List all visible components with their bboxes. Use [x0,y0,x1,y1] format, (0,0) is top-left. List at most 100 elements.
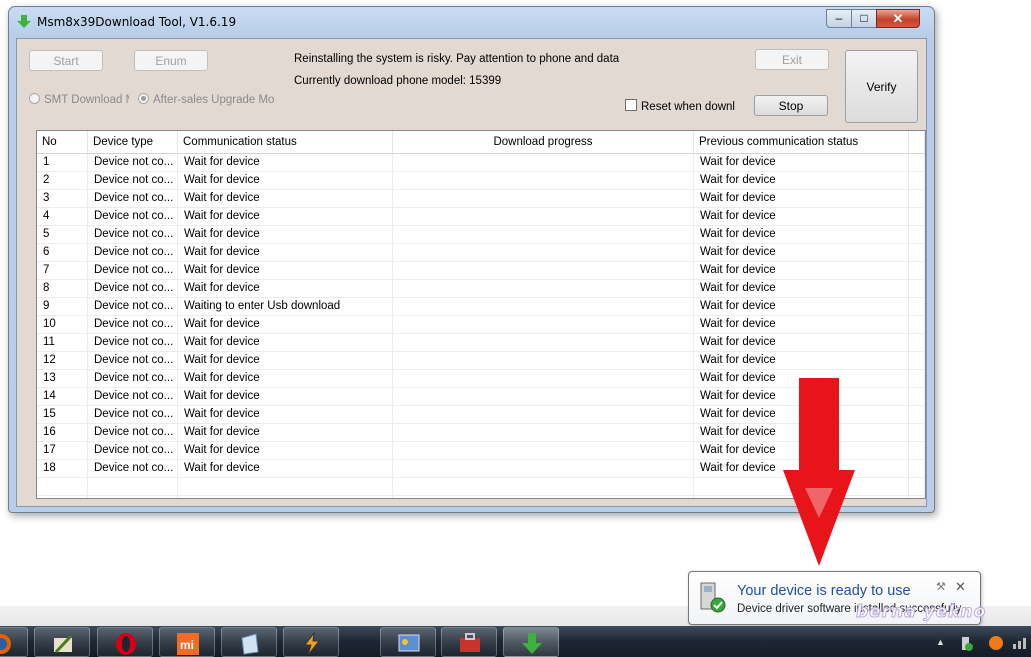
cell-device-type: Device not co... [88,262,178,279]
table-row[interactable]: 7 Device not co... Wait for device Wait for… [37,262,925,280]
cell-no: 14 [37,388,88,405]
cell-download-progress [393,280,694,297]
column-header-previous-status[interactable]: Previous communication status [694,131,909,153]
cell-no: 17 [37,442,88,459]
cell-device-type: Device not co... [88,388,178,405]
table-row[interactable]: 2 Device not co... Wait for device Wait for… [37,172,925,190]
svg-text:mi: mi [180,638,194,652]
device-tray-icon[interactable] [960,636,974,652]
cell-communication-status: Wait for device [178,226,393,243]
cell-previous-status: Wait for device [694,244,909,261]
opera-icon [116,633,136,655]
column-header-download-progress[interactable]: Download progress [393,131,694,153]
verify-button[interactable]: Verify [845,50,918,123]
cell-download-progress [393,370,694,387]
cell-spacer [909,190,925,207]
cell-no [37,496,88,498]
taskbar-paint[interactable] [34,627,90,657]
cell-no: 3 [37,190,88,207]
cell-device-type: Device not co... [88,460,178,477]
cell-device-type: Device not co... [88,154,178,171]
enum-button[interactable]: Enum [134,50,208,71]
minimize-button[interactable]: – [826,9,852,28]
cell-communication-status: Wait for device [178,208,393,225]
cell-device-type: Device not co... [88,280,178,297]
taskbar-notepad[interactable] [221,627,277,657]
taskbar-mi[interactable]: mi [159,627,215,657]
maximize-button[interactable]: □ [851,9,877,28]
cell-no: 18 [37,460,88,477]
cell-spacer [909,352,925,369]
notification-title: Your device is ready to use [737,583,911,599]
cell-no: 13 [37,370,88,387]
taskbar-winamp[interactable] [283,627,339,657]
cell-device-type: Device not co... [88,406,178,423]
cell-communication-status: Waiting to enter Usb download [178,298,393,315]
tray-expand-icon[interactable]: ▲ [936,637,945,647]
cell-spacer [909,316,925,333]
notepad-icon [241,633,259,655]
cell-communication-status [178,496,393,498]
table-row[interactable]: 12 Device not co... Wait for device Wait fo… [37,352,925,370]
table-row[interactable]: 8 Device not co... Wait for device Wait for… [37,280,925,298]
reset-checkbox[interactable]: Reset when downlo [625,99,735,113]
cell-communication-status: Wait for device [178,280,393,297]
column-header-spacer [909,131,925,153]
firefox-icon [0,634,11,654]
cell-no: 12 [37,352,88,369]
cell-download-progress [393,208,694,225]
cell-spacer [909,208,925,225]
pin-icon[interactable]: ⚒ [936,580,946,593]
taskbar-toolbox[interactable] [441,627,497,657]
radio-unselected-icon [29,93,40,104]
cell-spacer [909,370,925,387]
table-row[interactable]: 4 Device not co... Wait for device Wait for… [37,208,925,226]
start-button[interactable]: Start [29,50,103,71]
exit-button[interactable]: Exit [755,49,829,70]
notification-close-button[interactable]: ✕ [955,579,966,595]
table-row[interactable]: 3 Device not co... Wait for device Wait for… [37,190,925,208]
cell-device-type: Device not co... [88,298,178,315]
table-row[interactable]: 11 Device not co... Wait for device Wait fo… [37,334,925,352]
avast-tray-icon[interactable] [988,635,1004,651]
table-row[interactable]: 9 Device not co... Waiting to enter Usb do… [37,298,925,316]
title-bar[interactable]: Msm8x39Download Tool, V1.6.19 – □ ✕ [9,7,934,37]
cell-communication-status: Wait for device [178,442,393,459]
download-tool-icon [522,633,542,654]
cell-no [37,478,88,495]
taskbar-firefox[interactable] [0,627,28,657]
aftersales-upgrade-radio[interactable]: After-sales Upgrade Moc [138,93,274,106]
close-button[interactable]: ✕ [876,9,920,28]
cell-device-type: Device not co... [88,334,178,351]
cell-device-type: Device not co... [88,352,178,369]
stop-button[interactable]: Stop [754,95,828,116]
column-header-no[interactable]: No [37,131,88,153]
taskbar-download-tool[interactable] [503,627,559,657]
cell-device-type: Device not co... [88,424,178,441]
column-header-communication-status[interactable]: Communication status [178,131,393,153]
model-text: Currently download phone model: 15399 [294,75,502,87]
network-tray-icon[interactable] [1012,636,1028,650]
smt-download-radio[interactable]: SMT Download Mo [29,93,129,106]
cell-spacer [909,424,925,441]
checkbox-unchecked-icon [625,99,637,111]
table-row[interactable]: 6 Device not co... Wait for device Wait for… [37,244,925,262]
table-row[interactable]: 5 Device not co... Wait for device Wait for… [37,226,925,244]
taskbar-desktop-app[interactable] [380,627,436,657]
radio-selected-icon [138,93,149,104]
download-arrow-icon [17,15,31,28]
toolbox-icon [460,633,480,652]
table-row[interactable]: 1 Device not co... Wait for device Wait for… [37,154,925,172]
cell-spacer [909,154,925,171]
taskbar-opera[interactable] [97,627,153,657]
smt-radio-label: SMT Download Mo [44,94,129,106]
cell-previous-status: Wait for device [694,352,909,369]
column-header-device-type[interactable]: Device type [88,131,178,153]
paint-brush-icon [54,634,73,654]
cell-spacer [909,406,925,423]
table-row[interactable]: 10 Device not co... Wait for device Wait fo… [37,316,925,334]
cell-no: 1 [37,154,88,171]
reset-checkbox-label: Reset when downlo [641,101,735,113]
cell-spacer [909,496,925,498]
cell-device-type: Device not co... [88,190,178,207]
